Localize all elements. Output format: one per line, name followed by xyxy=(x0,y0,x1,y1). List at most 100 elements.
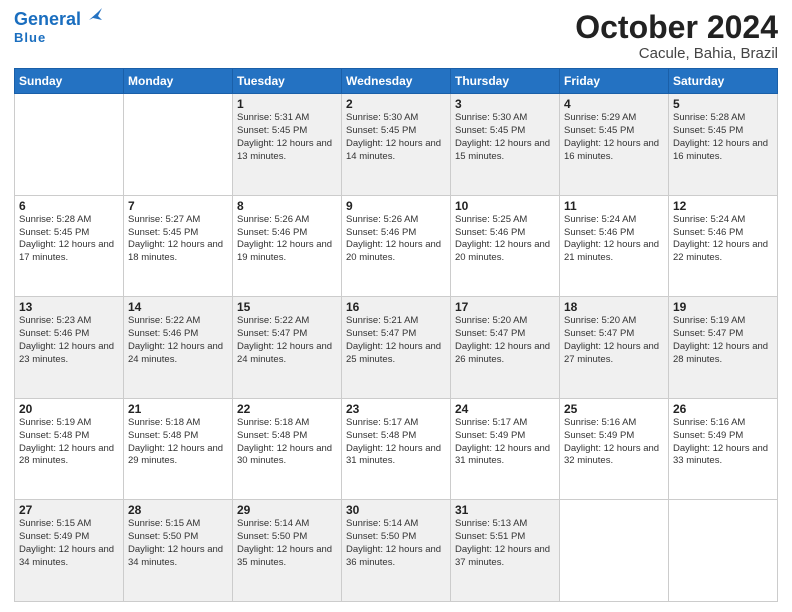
logo-general: General xyxy=(14,10,81,30)
day-number: 16 xyxy=(346,300,446,314)
day-info: Sunrise: 5:24 AMSunset: 5:46 PMDaylight:… xyxy=(673,214,773,265)
location-title: Cacule, Bahia, Brazil xyxy=(575,45,778,62)
day-info: Sunrise: 5:23 AMSunset: 5:46 PMDaylight:… xyxy=(19,315,119,366)
calendar-week-row: 1Sunrise: 5:31 AMSunset: 5:45 PMDaylight… xyxy=(15,94,778,196)
day-number: 31 xyxy=(455,503,555,517)
day-info: Sunrise: 5:30 AMSunset: 5:45 PMDaylight:… xyxy=(455,112,555,163)
day-number: 8 xyxy=(237,199,337,213)
col-thursday: Thursday xyxy=(451,69,560,94)
calendar-header-row: Sunday Monday Tuesday Wednesday Thursday… xyxy=(15,69,778,94)
day-info: Sunrise: 5:30 AMSunset: 5:45 PMDaylight:… xyxy=(346,112,446,163)
day-number: 26 xyxy=(673,402,773,416)
logo: General Blue xyxy=(14,10,102,45)
table-row: 16Sunrise: 5:21 AMSunset: 5:47 PMDayligh… xyxy=(342,297,451,399)
calendar-week-row: 27Sunrise: 5:15 AMSunset: 5:49 PMDayligh… xyxy=(15,500,778,602)
day-number: 11 xyxy=(564,199,664,213)
table-row: 27Sunrise: 5:15 AMSunset: 5:49 PMDayligh… xyxy=(15,500,124,602)
col-monday: Monday xyxy=(124,69,233,94)
table-row: 14Sunrise: 5:22 AMSunset: 5:46 PMDayligh… xyxy=(124,297,233,399)
table-row: 28Sunrise: 5:15 AMSunset: 5:50 PMDayligh… xyxy=(124,500,233,602)
table-row: 13Sunrise: 5:23 AMSunset: 5:46 PMDayligh… xyxy=(15,297,124,399)
day-number: 19 xyxy=(673,300,773,314)
day-info: Sunrise: 5:15 AMSunset: 5:50 PMDaylight:… xyxy=(128,518,228,569)
table-row: 11Sunrise: 5:24 AMSunset: 5:46 PMDayligh… xyxy=(560,195,669,297)
table-row: 1Sunrise: 5:31 AMSunset: 5:45 PMDaylight… xyxy=(233,94,342,196)
table-row: 6Sunrise: 5:28 AMSunset: 5:45 PMDaylight… xyxy=(15,195,124,297)
day-info: Sunrise: 5:26 AMSunset: 5:46 PMDaylight:… xyxy=(346,214,446,265)
table-row: 25Sunrise: 5:16 AMSunset: 5:49 PMDayligh… xyxy=(560,398,669,500)
day-info: Sunrise: 5:22 AMSunset: 5:46 PMDaylight:… xyxy=(128,315,228,366)
table-row: 26Sunrise: 5:16 AMSunset: 5:49 PMDayligh… xyxy=(669,398,778,500)
table-row: 19Sunrise: 5:19 AMSunset: 5:47 PMDayligh… xyxy=(669,297,778,399)
month-title: October 2024 xyxy=(575,10,778,45)
day-number: 13 xyxy=(19,300,119,314)
day-number: 28 xyxy=(128,503,228,517)
col-wednesday: Wednesday xyxy=(342,69,451,94)
page-container: General Blue October 2024 Cacule, Bahia,… xyxy=(0,0,792,612)
day-info: Sunrise: 5:28 AMSunset: 5:45 PMDaylight:… xyxy=(19,214,119,265)
day-number: 3 xyxy=(455,97,555,111)
table-row: 15Sunrise: 5:22 AMSunset: 5:47 PMDayligh… xyxy=(233,297,342,399)
table-row: 23Sunrise: 5:17 AMSunset: 5:48 PMDayligh… xyxy=(342,398,451,500)
day-info: Sunrise: 5:25 AMSunset: 5:46 PMDaylight:… xyxy=(455,214,555,265)
table-row: 8Sunrise: 5:26 AMSunset: 5:46 PMDaylight… xyxy=(233,195,342,297)
col-sunday: Sunday xyxy=(15,69,124,94)
day-info: Sunrise: 5:16 AMSunset: 5:49 PMDaylight:… xyxy=(564,417,664,468)
day-number: 5 xyxy=(673,97,773,111)
table-row: 7Sunrise: 5:27 AMSunset: 5:45 PMDaylight… xyxy=(124,195,233,297)
day-info: Sunrise: 5:16 AMSunset: 5:49 PMDaylight:… xyxy=(673,417,773,468)
day-info: Sunrise: 5:27 AMSunset: 5:45 PMDaylight:… xyxy=(128,214,228,265)
table-row: 30Sunrise: 5:14 AMSunset: 5:50 PMDayligh… xyxy=(342,500,451,602)
table-row: 29Sunrise: 5:14 AMSunset: 5:50 PMDayligh… xyxy=(233,500,342,602)
day-info: Sunrise: 5:13 AMSunset: 5:51 PMDaylight:… xyxy=(455,518,555,569)
calendar-table: Sunday Monday Tuesday Wednesday Thursday… xyxy=(14,68,778,602)
day-info: Sunrise: 5:20 AMSunset: 5:47 PMDaylight:… xyxy=(455,315,555,366)
table-row: 5Sunrise: 5:28 AMSunset: 5:45 PMDaylight… xyxy=(669,94,778,196)
header: General Blue October 2024 Cacule, Bahia,… xyxy=(14,10,778,62)
day-info: Sunrise: 5:21 AMSunset: 5:47 PMDaylight:… xyxy=(346,315,446,366)
day-number: 2 xyxy=(346,97,446,111)
table-row xyxy=(124,94,233,196)
day-info: Sunrise: 5:20 AMSunset: 5:47 PMDaylight:… xyxy=(564,315,664,366)
table-row: 22Sunrise: 5:18 AMSunset: 5:48 PMDayligh… xyxy=(233,398,342,500)
day-info: Sunrise: 5:22 AMSunset: 5:47 PMDaylight:… xyxy=(237,315,337,366)
table-row: 10Sunrise: 5:25 AMSunset: 5:46 PMDayligh… xyxy=(451,195,560,297)
table-row: 12Sunrise: 5:24 AMSunset: 5:46 PMDayligh… xyxy=(669,195,778,297)
col-tuesday: Tuesday xyxy=(233,69,342,94)
day-number: 7 xyxy=(128,199,228,213)
col-saturday: Saturday xyxy=(669,69,778,94)
day-number: 25 xyxy=(564,402,664,416)
day-info: Sunrise: 5:14 AMSunset: 5:50 PMDaylight:… xyxy=(237,518,337,569)
table-row: 17Sunrise: 5:20 AMSunset: 5:47 PMDayligh… xyxy=(451,297,560,399)
day-number: 14 xyxy=(128,300,228,314)
table-row xyxy=(669,500,778,602)
logo-blue: Blue xyxy=(14,30,46,45)
day-number: 30 xyxy=(346,503,446,517)
table-row xyxy=(15,94,124,196)
title-block: October 2024 Cacule, Bahia, Brazil xyxy=(575,10,778,62)
day-info: Sunrise: 5:24 AMSunset: 5:46 PMDaylight:… xyxy=(564,214,664,265)
day-info: Sunrise: 5:15 AMSunset: 5:49 PMDaylight:… xyxy=(19,518,119,569)
day-info: Sunrise: 5:18 AMSunset: 5:48 PMDaylight:… xyxy=(128,417,228,468)
day-number: 18 xyxy=(564,300,664,314)
day-number: 24 xyxy=(455,402,555,416)
day-number: 22 xyxy=(237,402,337,416)
day-info: Sunrise: 5:19 AMSunset: 5:47 PMDaylight:… xyxy=(673,315,773,366)
day-info: Sunrise: 5:19 AMSunset: 5:48 PMDaylight:… xyxy=(19,417,119,468)
calendar-week-row: 6Sunrise: 5:28 AMSunset: 5:45 PMDaylight… xyxy=(15,195,778,297)
day-number: 9 xyxy=(346,199,446,213)
day-info: Sunrise: 5:31 AMSunset: 5:45 PMDaylight:… xyxy=(237,112,337,163)
table-row: 9Sunrise: 5:26 AMSunset: 5:46 PMDaylight… xyxy=(342,195,451,297)
day-number: 20 xyxy=(19,402,119,416)
day-info: Sunrise: 5:28 AMSunset: 5:45 PMDaylight:… xyxy=(673,112,773,163)
day-number: 15 xyxy=(237,300,337,314)
day-number: 12 xyxy=(673,199,773,213)
table-row: 3Sunrise: 5:30 AMSunset: 5:45 PMDaylight… xyxy=(451,94,560,196)
day-number: 27 xyxy=(19,503,119,517)
day-info: Sunrise: 5:14 AMSunset: 5:50 PMDaylight:… xyxy=(346,518,446,569)
logo-bird-icon xyxy=(84,6,102,24)
table-row: 21Sunrise: 5:18 AMSunset: 5:48 PMDayligh… xyxy=(124,398,233,500)
day-info: Sunrise: 5:18 AMSunset: 5:48 PMDaylight:… xyxy=(237,417,337,468)
table-row: 4Sunrise: 5:29 AMSunset: 5:45 PMDaylight… xyxy=(560,94,669,196)
day-info: Sunrise: 5:17 AMSunset: 5:49 PMDaylight:… xyxy=(455,417,555,468)
